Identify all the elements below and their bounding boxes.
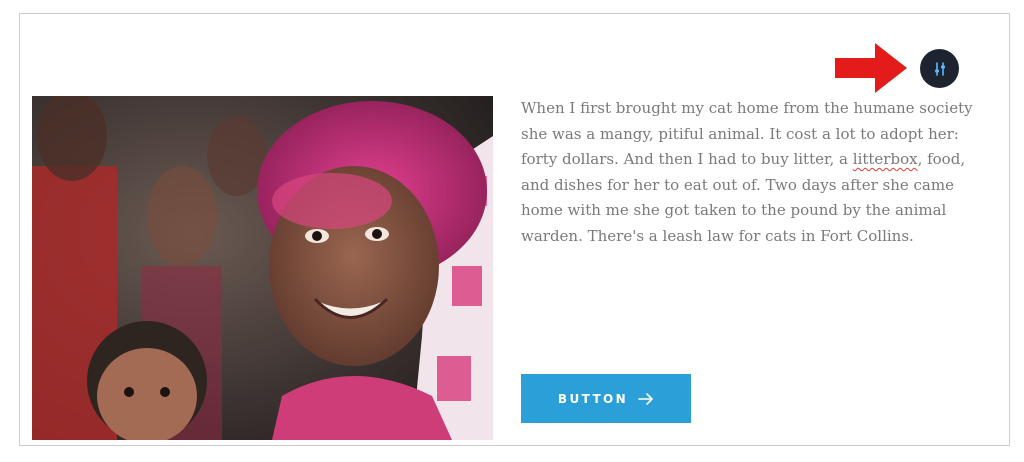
button-label: BUTTON (557, 391, 629, 406)
arrow-right-icon (638, 392, 653, 405)
misspelled-word[interactable]: litterbox (853, 150, 918, 168)
sliders-icon (934, 61, 945, 76)
body-paragraph: When I first brought my cat home from th… (521, 96, 981, 249)
red-arrow-icon (835, 43, 907, 93)
primary-button[interactable]: BUTTON (521, 374, 691, 423)
settings-button[interactable] (920, 49, 959, 88)
photo-illustration (32, 96, 493, 440)
featured-photo (32, 96, 493, 440)
